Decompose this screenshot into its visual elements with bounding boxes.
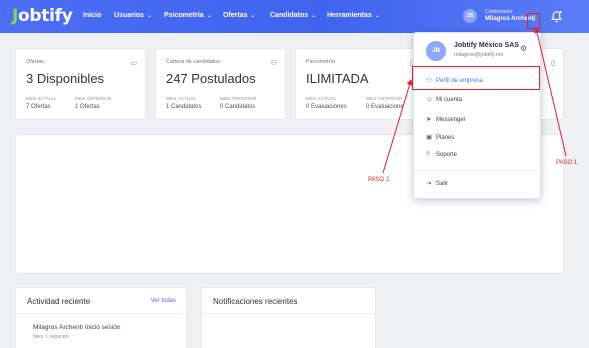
divider (16, 313, 186, 314)
card-title: Psicometría (306, 59, 336, 65)
activity-entry-time: hace 1 segundo (33, 334, 69, 340)
nav-herramientas[interactable]: Herramientas ⌄ (327, 12, 380, 19)
company-email: milagros@jobtify.mx (454, 52, 504, 58)
chevron-down-icon: ⌄ (374, 13, 380, 19)
chevron-down-icon: ⌄ (146, 13, 152, 19)
panel-title: Notificaciones recientes (213, 297, 298, 306)
nav-ofertas[interactable]: Ofertas ⌄ (223, 12, 256, 19)
top-navbar: Jobtify Inicio Usuarios ⌄ Psicometría ⌄ Of… (0, 0, 589, 33)
users-icon: ⚇ (270, 60, 277, 67)
divider (414, 170, 540, 171)
previous-month-label: MES ANTERIOR (366, 96, 403, 101)
menu-item-messenger[interactable]: ➤ Messenger (426, 115, 466, 125)
previous-month-value: 0 Candidatos (220, 104, 256, 110)
menu-item-my-account[interactable]: ☺ Mi cuenta (426, 96, 462, 106)
previous-month-value: 1 Ofertas (75, 104, 100, 110)
offers-card: Ofertas ▭ 3 Disponibles MES ACTUAL MES A… (15, 48, 146, 120)
annotation-step-1: PASO 1 (556, 160, 578, 166)
jobtify-logo[interactable]: Jobtify (12, 6, 73, 26)
gear-icon[interactable]: ⚙ (520, 44, 527, 53)
activity-entry-text: Milagros Archenti Inició sesión (33, 324, 121, 331)
user-icon: ☺ (426, 96, 433, 103)
previous-month-value: 0 Evaluacione (366, 104, 404, 110)
send-icon: ➤ (426, 116, 432, 123)
current-month-value: 1 Candidatos (166, 104, 202, 110)
chevron-down-icon: ⌄ (250, 13, 256, 19)
user-menu-toggle[interactable]: ⌄ (527, 13, 540, 29)
highlight-box-company-profile (412, 66, 540, 90)
card-value: 3 Disponibles (26, 71, 105, 86)
previous-month-label: MES ANTERIOR (220, 96, 257, 101)
card-title: Cartera de candidatos (166, 59, 221, 65)
company-avatar: JB (426, 41, 446, 61)
candidates-card: Cartera de candidatos ⚇ 247 Postulados M… (155, 48, 286, 120)
notification-bell-icon[interactable] (550, 10, 563, 23)
view-all-link[interactable]: Ver todas (151, 298, 176, 304)
current-month-label: MES ACTUAL (306, 96, 337, 101)
company-name: Jobtify México SAS (454, 42, 519, 49)
briefcase-icon: ▭ (130, 60, 137, 67)
current-month-value: 0 Evaluaciones (306, 104, 347, 110)
menu-item-support[interactable]: ? Soporte (426, 151, 457, 161)
chevron-down-icon: ⌄ (311, 13, 317, 19)
panel-title: Actividad reciente (27, 297, 91, 306)
menu-item-logout[interactable]: ⇥ Salir (426, 179, 448, 189)
nav-inicio[interactable]: Inicio (83, 12, 101, 19)
card-value: ILIMITADA (306, 71, 369, 86)
help-icon: ? (426, 151, 430, 158)
chevron-down-icon: ⌄ (206, 13, 212, 19)
recent-notifications-panel: Notificaciones recientes (201, 287, 376, 348)
user-avatar[interactable]: JB (463, 9, 477, 23)
current-month-label: MES ACTUAL (26, 96, 57, 101)
user-role: Colaborador (485, 9, 513, 15)
box-icon: ▣ (426, 134, 433, 141)
logout-icon: ⇥ (426, 180, 432, 187)
annotation-step-2: PASO 2 (368, 177, 390, 183)
card-title: Ofertas (26, 59, 45, 65)
divider (202, 313, 375, 314)
psychometry-card: Psicometría ▯ ILIMITADA MES ACTUAL MES A… (295, 48, 423, 120)
current-month-value: 7 Ofertas (26, 104, 51, 110)
previous-month-label: MES ANTERIOR (75, 96, 112, 101)
nav-candidatos[interactable]: Candidatos ⌄ (270, 12, 316, 19)
menu-item-plans[interactable]: ▣ Planes (426, 133, 454, 143)
nav-usuarios[interactable]: Usuarios ⌄ (114, 12, 152, 19)
current-month-label: MES ACTUAL (166, 96, 197, 101)
user-dropdown-menu: JB Jobtify México SAS milagros@jobtify.m… (413, 32, 541, 199)
document-icon: ▯ (551, 60, 555, 67)
card-value: 247 Postulados (166, 71, 256, 86)
nav-psicometria[interactable]: Psicometría ⌄ (164, 12, 212, 19)
